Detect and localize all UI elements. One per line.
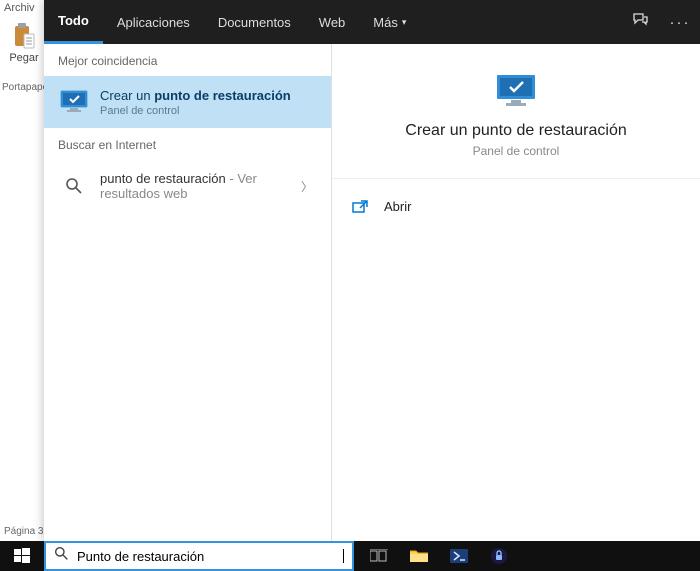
search-input[interactable] — [77, 549, 343, 564]
best-match-header: Mejor coincidencia — [44, 44, 331, 76]
powershell-icon — [449, 548, 469, 564]
search-web-header: Buscar en Internet — [44, 128, 331, 160]
security-button[interactable] — [480, 541, 518, 571]
preview-title: Crear un punto de restauración — [352, 122, 680, 140]
taskbar-search[interactable] — [44, 541, 354, 571]
folder-icon — [409, 548, 429, 564]
result-subtitle: Panel de control — [100, 105, 317, 117]
web-result[interactable]: punto de restauración - Ver resultados w… — [44, 160, 331, 212]
paste-label: Pegar — [4, 52, 44, 64]
taskbar — [0, 541, 700, 571]
tab-documents[interactable]: Documentos — [204, 0, 305, 44]
chevron-down-icon: ▾ — [402, 17, 407, 28]
tab-apps[interactable]: Aplicaciones — [103, 0, 204, 44]
search-flyout: Todo Aplicaciones Documentos Web Más▾ ··… — [44, 0, 700, 541]
feedback-button[interactable] — [620, 0, 660, 44]
task-view-icon — [370, 549, 388, 563]
preview-pane: Crear un punto de restauración Panel de … — [332, 44, 700, 541]
windows-icon — [14, 548, 30, 564]
paste-button[interactable]: Pegar — [4, 22, 44, 64]
search-icon — [58, 170, 90, 202]
start-button[interactable] — [0, 541, 44, 571]
chevron-right-icon[interactable]: 〉 — [297, 174, 317, 199]
result-title: Crear un punto de restauración — [100, 88, 317, 103]
tab-web[interactable]: Web — [305, 0, 360, 44]
file-explorer-button[interactable] — [400, 541, 438, 571]
clipboard-group-label: Portapape — [2, 82, 48, 93]
search-icon — [54, 546, 69, 566]
preview-subtitle: Panel de control — [352, 144, 680, 158]
powershell-button[interactable] — [440, 541, 478, 571]
page-status: Página 3 — [4, 526, 43, 537]
ellipsis-icon: ··· — [670, 14, 691, 31]
action-open-label: Abrir — [384, 199, 411, 214]
results-pane: Mejor coincidencia Crear un punto de res… — [44, 44, 332, 541]
monitor-restore-icon — [58, 86, 90, 118]
task-view-button[interactable] — [360, 541, 398, 571]
open-icon — [352, 200, 372, 214]
shield-lock-icon — [490, 547, 508, 565]
tab-all[interactable]: Todo — [44, 0, 103, 44]
options-button[interactable]: ··· — [660, 0, 700, 44]
search-tabs: Todo Aplicaciones Documentos Web Más▾ ··… — [44, 0, 700, 44]
monitor-restore-icon — [494, 72, 538, 112]
clipboard-paste-icon — [12, 22, 36, 50]
text-caret — [343, 549, 344, 563]
tab-more[interactable]: Más▾ — [359, 0, 420, 44]
best-match-result[interactable]: Crear un punto de restauración Panel de … — [44, 76, 331, 128]
feedback-icon — [632, 12, 648, 32]
action-open[interactable]: Abrir — [332, 191, 700, 222]
web-result-title: punto de restauración - Ver resultados w… — [100, 171, 297, 201]
ribbon-tab-label: Archiv — [4, 2, 35, 14]
